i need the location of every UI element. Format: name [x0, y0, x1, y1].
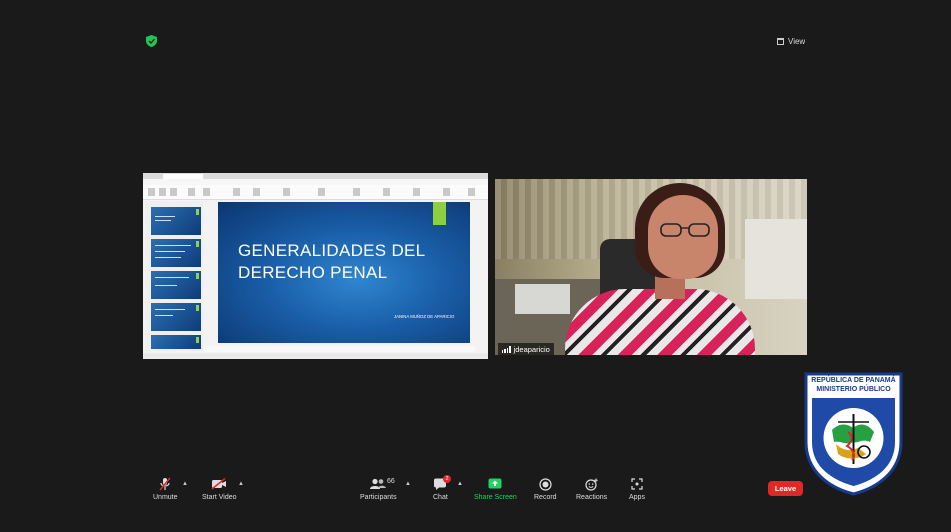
- ppt-ribbon: [143, 185, 488, 200]
- view-label: View: [788, 36, 806, 46]
- view-icon: [777, 37, 784, 45]
- apps-button[interactable]: Apps: [629, 476, 645, 501]
- slide-thumbnails-panel: [145, 201, 203, 351]
- papers: [515, 284, 570, 314]
- signal-strength-icon: [502, 345, 511, 353]
- reactions-button[interactable]: Reactions: [576, 476, 607, 501]
- participants-options-chevron-icon[interactable]: ▲: [405, 481, 411, 487]
- ppt-notes-bar: [205, 346, 475, 352]
- start-video-button[interactable]: Start Video: [202, 476, 237, 501]
- slide-title: GENERALIDADES DEL DERECHO PENAL: [238, 241, 426, 282]
- share-screen-label: Share Screen: [474, 494, 517, 501]
- logo-text-line1: REPÚBLICA DE PANAMÁ: [811, 377, 896, 384]
- slide-thumbnail[interactable]: [151, 335, 201, 349]
- slide-canvas: GENERALIDADES DEL DERECHO PENAL JANINA M…: [218, 202, 470, 343]
- apps-label: Apps: [629, 494, 645, 501]
- share-screen-icon: [488, 478, 502, 489]
- shared-screen[interactable]: GENERALIDADES DEL DERECHO PENAL JANINA M…: [143, 173, 488, 359]
- view-button[interactable]: View: [773, 34, 809, 48]
- logo-text-line2: MINISTERIO PÚBLICO: [816, 386, 891, 393]
- leave-button[interactable]: Leave: [768, 481, 803, 496]
- slide-thumbnail[interactable]: [151, 303, 201, 331]
- participants-count: 66: [387, 478, 395, 485]
- ppt-status-bar: [143, 353, 488, 359]
- record-icon: [539, 477, 552, 491]
- slide-thumbnail[interactable]: [151, 207, 201, 235]
- unmute-label: Unmute: [153, 494, 178, 501]
- participants-icon: [370, 478, 387, 489]
- chat-unread-badge: 2: [443, 475, 451, 483]
- apps-icon: [631, 478, 643, 490]
- video-options-chevron-icon[interactable]: ▲: [238, 481, 244, 487]
- record-label: Record: [534, 494, 557, 501]
- glasses: [660, 223, 710, 237]
- share-screen-button[interactable]: Share Screen: [474, 476, 517, 501]
- audio-options-chevron-icon[interactable]: ▲: [182, 481, 188, 487]
- chat-label: Chat: [433, 494, 448, 501]
- record-button[interactable]: Record: [534, 476, 557, 501]
- participant-name-tag: jdeaparicio: [498, 343, 554, 355]
- chat-options-chevron-icon[interactable]: ▲: [457, 481, 463, 487]
- reactions-smiley-icon: [584, 478, 598, 491]
- reactions-label: Reactions: [576, 494, 608, 501]
- slide-accent-bar: [433, 202, 446, 225]
- slide-thumbnail[interactable]: [151, 271, 201, 299]
- microphone-muted-icon: [159, 477, 171, 491]
- participant-video[interactable]: [495, 179, 807, 355]
- start-video-label: Start Video: [202, 494, 237, 501]
- slide-thumbnail[interactable]: [151, 239, 201, 267]
- person-face: [648, 195, 718, 279]
- video-camera-off-icon: [211, 478, 227, 490]
- participant-name: jdeaparicio: [513, 344, 550, 354]
- participants-label: Participants: [360, 494, 397, 501]
- slide-author: JANINA MUÑOZ DE APARICIO: [394, 314, 455, 319]
- unmute-button[interactable]: Unmute: [153, 476, 178, 501]
- shield-check-icon[interactable]: [146, 35, 157, 47]
- wall-panel: [745, 219, 807, 299]
